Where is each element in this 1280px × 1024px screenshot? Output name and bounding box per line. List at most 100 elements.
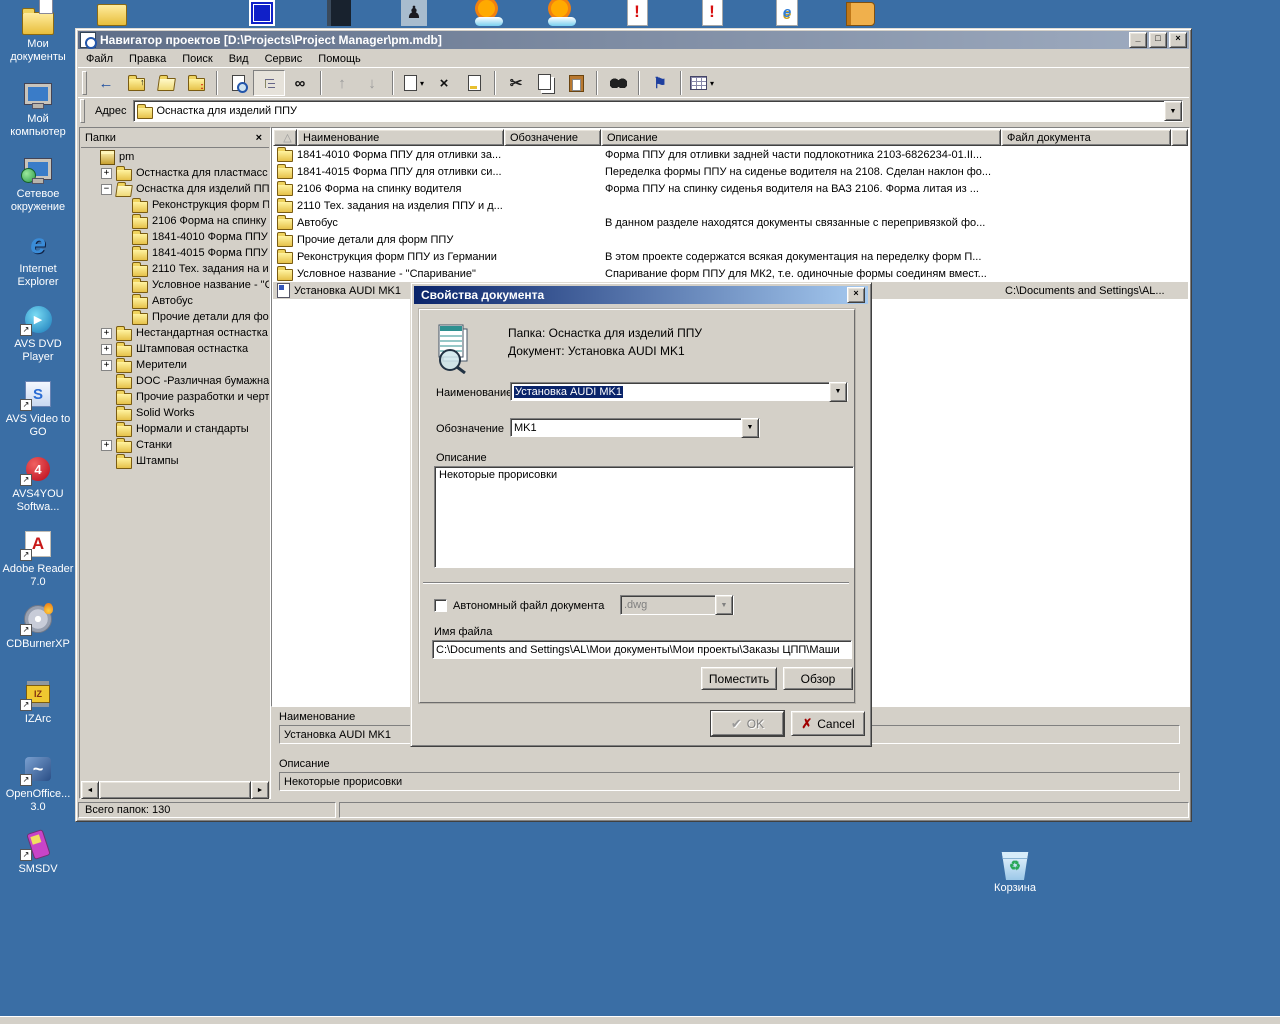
place-button[interactable]: Поместить — [701, 667, 777, 690]
menu-item-помощь[interactable]: Помощь — [310, 52, 369, 66]
tree-item[interactable]: +Мерители — [81, 357, 269, 373]
tree-item[interactable]: Solid Works — [81, 405, 269, 421]
menu-item-вид[interactable]: Вид — [221, 52, 257, 66]
tree-item[interactable]: +Станки — [81, 437, 269, 453]
cancel-button[interactable]: ✗ Cancel — [791, 711, 865, 736]
table-view-icon[interactable]: ▾ — [687, 71, 717, 95]
copy-icon[interactable] — [531, 71, 561, 95]
column-header-4[interactable]: Файл документа — [1001, 129, 1171, 146]
desktop-icon[interactable]: 4↗AVS4YOU Softwa... — [2, 452, 74, 527]
description-textarea[interactable]: Некоторые прорисовки — [434, 466, 854, 568]
bookmark-icon[interactable]: ⚑ — [645, 71, 675, 95]
toolbar-grip[interactable] — [80, 99, 85, 123]
desktop-icon[interactable]: ▶↗AVS DVD Player — [2, 302, 74, 377]
column-header-2[interactable]: Обозначение — [504, 129, 601, 146]
browse-button[interactable]: Обзор — [783, 667, 853, 690]
address-dropdown-button[interactable]: ▼ — [1164, 101, 1182, 121]
scrollbar-thumb[interactable] — [99, 781, 251, 799]
table-row[interactable]: Прочие детали для форм ППУ — [273, 231, 1188, 248]
open-folder-icon[interactable] — [151, 71, 181, 95]
cut-icon[interactable]: ✂ — [501, 71, 531, 95]
tree-item[interactable]: Прочие разработки и чертежи — [81, 389, 269, 405]
expand-plus-icon[interactable]: + — [101, 168, 112, 179]
tree-item[interactable]: −Оснастка для изделий ППУ — [81, 181, 269, 197]
delete-icon[interactable]: × — [429, 71, 459, 95]
close-button[interactable]: × — [1169, 32, 1187, 48]
name-combobox[interactable]: Установка AUDI MK1 ▼ — [510, 382, 848, 401]
autonomous-file-checkbox[interactable] — [434, 599, 447, 612]
tree-item[interactable]: Нормали и стандарты — [81, 421, 269, 437]
window-titlebar[interactable]: Навигатор проектов [D:\Projects\Project … — [78, 31, 1189, 49]
desktop-icon[interactable]: ↗CDBurnerXP — [2, 602, 74, 677]
column-header-3[interactable]: Описание — [601, 129, 1001, 146]
tree-item[interactable]: Условное название - "Спаривание" — [81, 277, 269, 293]
table-row[interactable]: 1841-4015 Форма ППУ для отливки си...Пер… — [273, 163, 1188, 180]
tree-item[interactable]: 1841-4010 Форма ППУ для отливки — [81, 229, 269, 245]
ok-button[interactable]: ✔ OK — [711, 711, 784, 736]
dark-app-icon[interactable] — [322, 0, 356, 26]
tree-item[interactable]: 2106 Форма на спинку водителя — [81, 213, 269, 229]
tree-item[interactable]: Реконструкция форм ППУ из Германии — [81, 197, 269, 213]
maximize-button[interactable]: □ — [1149, 32, 1167, 48]
desktop-icon[interactable]: IZ↗IZArc — [2, 677, 74, 752]
tree-item[interactable]: Автобус — [81, 293, 269, 309]
alert-doc-icon[interactable]: ! — [695, 0, 729, 26]
table-row[interactable]: 2106 Форма на спинку водителяФорма ППУ н… — [273, 180, 1188, 197]
designation-dropdown-icon[interactable]: ▼ — [741, 418, 759, 438]
tree-item[interactable]: pm — [81, 149, 269, 165]
tree-item[interactable]: DOC -Различная бумажная документация — [81, 373, 269, 389]
taskbar-edge[interactable] — [0, 1016, 1280, 1024]
menu-item-поиск[interactable]: Поиск — [174, 52, 220, 66]
blue-app-icon[interactable] — [245, 0, 279, 26]
tree-view-icon[interactable] — [253, 70, 285, 96]
ie-doc-icon[interactable]: e — [770, 0, 804, 26]
preview-icon[interactable]: ∞ — [285, 71, 315, 95]
up-level-icon[interactable]: ↑ — [121, 71, 151, 95]
desktop-icon[interactable]: ↗SMSDV — [2, 827, 74, 902]
tree-item[interactable]: 2110 Тех. задания на изделия ППУ — [81, 261, 269, 277]
weather-icon[interactable] — [545, 0, 579, 26]
dropdown-arrow-icon[interactable]: ▾ — [420, 79, 424, 88]
tree-horizontal-scrollbar[interactable]: ◄ ► — [81, 781, 269, 797]
alert-doc-icon[interactable]: ! — [620, 0, 654, 26]
new-document-icon[interactable]: ▾ — [399, 71, 429, 95]
book-icon[interactable] — [843, 0, 877, 26]
expand-plus-icon[interactable]: + — [101, 360, 112, 371]
tree-item[interactable]: +Штамповая остнастка — [81, 341, 269, 357]
minimize-button[interactable]: _ — [1129, 32, 1147, 48]
folders-panel-close-icon[interactable]: × — [253, 132, 265, 144]
desktop-icon[interactable]: Сетевое окружение — [2, 152, 74, 227]
table-row[interactable]: Реконструкция форм ППУ из ГерманииВ этом… — [273, 248, 1188, 265]
sort-column-header[interactable]: △ — [273, 129, 297, 146]
desktop-icon[interactable]: Мои документы — [2, 2, 74, 77]
search-view-icon[interactable] — [223, 71, 253, 95]
tree-item[interactable]: +Остнастка для пластмасс — [81, 165, 269, 181]
desktop-icon[interactable]: Мой компьютер — [2, 77, 74, 152]
desktop-icon[interactable]: eInternet Explorer — [2, 227, 74, 302]
filename-input[interactable] — [432, 640, 852, 659]
name-dropdown-icon[interactable]: ▼ — [829, 382, 847, 402]
expand-plus-icon[interactable]: + — [101, 344, 112, 355]
find-icon[interactable] — [603, 71, 633, 95]
toolbar-grip[interactable] — [82, 71, 87, 95]
designation-combobox[interactable]: MK1 ▼ — [510, 418, 760, 437]
desktop-icon[interactable]: ~↗OpenOffice... 3.0 — [2, 752, 74, 827]
recycle-bin[interactable]: ♻ Корзина — [982, 852, 1048, 895]
collapse-minus-icon[interactable]: − — [101, 184, 112, 195]
weather-icon[interactable] — [472, 0, 506, 26]
table-row[interactable]: 2110 Тех. задания на изделия ППУ и д... — [273, 197, 1188, 214]
scroll-left-icon[interactable]: ◄ — [81, 781, 99, 799]
address-combobox[interactable]: Оснастка для изделий ППУ ▼ — [133, 100, 1184, 122]
table-row[interactable]: Условное название - "Спаривание"Спариван… — [273, 265, 1188, 282]
menu-item-сервис[interactable]: Сервис — [257, 52, 311, 66]
folder-options-icon[interactable]: : — [181, 71, 211, 95]
expand-plus-icon[interactable]: + — [101, 440, 112, 451]
column-header-1[interactable]: Наименование — [297, 129, 504, 146]
menu-item-правка[interactable]: Правка — [121, 52, 174, 66]
move-up-icon[interactable]: ↑ — [327, 71, 357, 95]
menu-item-файл[interactable]: Файл — [78, 52, 121, 66]
desktop-icon[interactable]: A↗Adobe Reader 7.0 — [2, 527, 74, 602]
tree-item[interactable]: Штампы — [81, 453, 269, 469]
paste-icon[interactable] — [561, 71, 591, 95]
expand-plus-icon[interactable]: + — [101, 328, 112, 339]
